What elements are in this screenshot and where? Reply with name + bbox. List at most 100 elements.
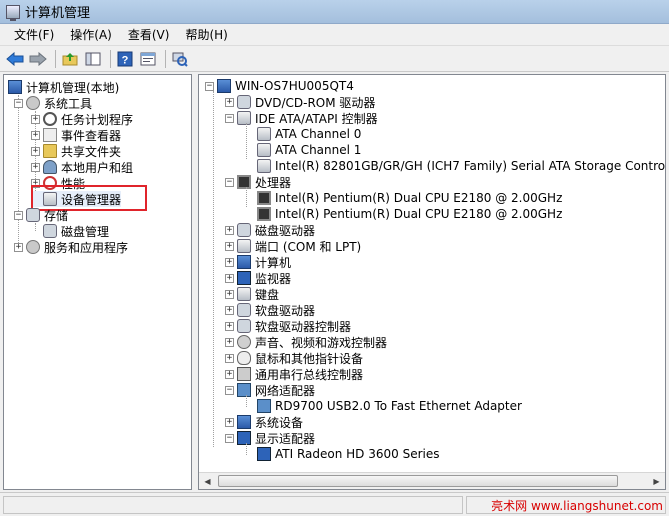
horizontal-scrollbar[interactable]: ◀ ▶	[199, 472, 665, 489]
menu-help[interactable]: 帮助(H)	[177, 26, 235, 43]
menu-action[interactable]: 操作(A)	[62, 26, 120, 43]
device-item[interactable]: Intel(R) Pentium(R) Dual CPU E2180 @ 2.0…	[245, 190, 562, 206]
expand-toggle[interactable]: +	[31, 162, 40, 172]
collapse-toggle[interactable]: −	[205, 81, 214, 91]
expand-toggle[interactable]: +	[31, 146, 40, 156]
device-category-computer[interactable]: + 计算机	[225, 254, 291, 270]
mouse-icon	[237, 351, 251, 365]
tree-label: 共享文件夹	[61, 144, 122, 159]
expand-toggle[interactable]: +	[225, 353, 234, 363]
tree-item-system-tools[interactable]: − 系统工具	[14, 95, 92, 111]
tree-item-event-viewer[interactable]: + 事件查看器	[31, 127, 121, 143]
scroll-left-icon[interactable]: ◀	[199, 473, 216, 489]
expand-toggle[interactable]: +	[225, 305, 234, 315]
help-icon[interactable]: ?	[115, 49, 135, 69]
tree-item-services-apps[interactable]: + 服务和应用程序	[14, 239, 128, 255]
watermark-text: 亮术网 www.liangshunet.com	[491, 499, 663, 513]
tree-item-shared-folders[interactable]: + 共享文件夹	[31, 143, 121, 159]
expand-toggle[interactable]: +	[225, 97, 234, 107]
navigation-tree[interactable]: 计算机管理(本地) − 系统工具 + 任务计划程序 + 事件查看器 + 共享文件…	[3, 74, 192, 490]
forward-arrow-icon[interactable]	[28, 49, 48, 69]
tree-label: 事件查看器	[61, 128, 122, 143]
tree-label: 系统工具	[44, 96, 93, 111]
tree-item-storage[interactable]: − 存储	[14, 207, 68, 223]
device-category-processors[interactable]: − 处理器	[225, 174, 291, 190]
device-category-dvd[interactable]: + DVD/CD-ROM 驱动器	[225, 94, 375, 110]
expand-toggle[interactable]: +	[225, 241, 234, 251]
computer-icon	[217, 79, 231, 93]
svg-text:?: ?	[122, 54, 129, 66]
scan-hardware-icon[interactable]	[170, 49, 190, 69]
device-category-sound[interactable]: + 声音、视频和游戏控制器	[225, 334, 387, 350]
device-category-disk-drives[interactable]: + 磁盘驱动器	[225, 222, 315, 238]
event-viewer-icon	[43, 128, 57, 142]
collapse-toggle[interactable]: −	[14, 210, 23, 220]
device-category-monitors[interactable]: + 监视器	[225, 270, 291, 286]
keyboard-icon	[237, 287, 251, 301]
computer-icon	[237, 255, 251, 269]
up-folder-icon[interactable]	[60, 49, 80, 69]
back-arrow-icon[interactable]	[5, 49, 25, 69]
collapse-toggle[interactable]: −	[225, 433, 234, 443]
collapse-toggle[interactable]: −	[225, 385, 234, 395]
expand-toggle[interactable]: +	[225, 337, 234, 347]
tree-label: 软盘驱动器控制器	[255, 319, 352, 334]
scroll-track[interactable]	[216, 473, 648, 489]
collapse-toggle[interactable]: −	[225, 177, 234, 187]
expand-toggle[interactable]: +	[225, 273, 234, 283]
expand-toggle[interactable]: +	[31, 130, 40, 140]
expand-toggle[interactable]: +	[225, 321, 234, 331]
expand-toggle[interactable]: +	[14, 242, 23, 252]
port-icon	[237, 239, 251, 253]
shared-folder-icon	[43, 144, 57, 158]
disk-drive-icon	[237, 223, 251, 237]
expand-toggle[interactable]: +	[31, 114, 40, 124]
collapse-toggle[interactable]: −	[14, 98, 23, 108]
device-item[interactable]: ATI Radeon HD 3600 Series	[245, 446, 439, 462]
device-item[interactable]: RD9700 USB2.0 To Fast Ethernet Adapter	[245, 398, 522, 414]
device-item[interactable]: ATA Channel 0	[245, 126, 361, 142]
device-category-usb[interactable]: + 通用串行总线控制器	[225, 366, 363, 382]
scroll-right-icon[interactable]: ▶	[648, 473, 665, 489]
tree-label: WIN-OS7HU005QT4	[235, 79, 354, 93]
tree-item-local-users[interactable]: + 本地用户和组	[31, 159, 133, 175]
expand-toggle[interactable]: +	[225, 225, 234, 235]
device-item[interactable]: Intel(R) 82801GB/GR/GH (ICH7 Family) Ser…	[245, 158, 665, 174]
status-segment	[3, 496, 463, 514]
device-category-floppy-controllers[interactable]: + 软盘驱动器控制器	[225, 318, 351, 334]
tree-label: 本地用户和组	[61, 160, 134, 175]
device-item[interactable]: ATA Channel 1	[245, 142, 361, 158]
menu-file[interactable]: 文件(F)	[6, 26, 62, 43]
expand-toggle[interactable]: +	[225, 257, 234, 267]
tree-label: 监视器	[255, 271, 292, 286]
tree-item-computer-management[interactable]: 计算机管理(本地)	[8, 79, 119, 95]
collapse-toggle[interactable]: −	[225, 113, 234, 123]
processor-icon	[237, 175, 251, 189]
device-category-ide[interactable]: − IDE ATA/ATAPI 控制器	[225, 110, 378, 126]
device-category-floppy-drives[interactable]: + 软盘驱动器	[225, 302, 315, 318]
expand-toggle[interactable]: +	[225, 289, 234, 299]
device-category-ports[interactable]: + 端口 (COM 和 LPT)	[225, 238, 361, 254]
device-category-network[interactable]: − 网络适配器	[225, 382, 315, 398]
device-tree[interactable]: − WIN-OS7HU005QT4 + DVD/CD-ROM 驱动器 − IDE…	[198, 74, 666, 490]
expand-toggle[interactable]: +	[225, 369, 234, 379]
properties-icon[interactable]	[138, 49, 158, 69]
device-category-mice[interactable]: + 鼠标和其他指针设备	[225, 350, 363, 366]
device-category-display[interactable]: − 显示适配器	[225, 430, 315, 446]
expand-toggle[interactable]: +	[225, 417, 234, 427]
scroll-thumb[interactable]	[218, 475, 618, 487]
device-tree-computer[interactable]: − WIN-OS7HU005QT4	[205, 78, 354, 94]
show-hide-tree-icon[interactable]	[83, 49, 103, 69]
menu-view[interactable]: 查看(V)	[120, 26, 178, 43]
tree-item-disk-management[interactable]: 磁盘管理	[31, 223, 109, 239]
device-category-system-devices[interactable]: + 系统设备	[225, 414, 303, 430]
tree-label: ATA Channel 1	[275, 143, 362, 157]
device-item[interactable]: Intel(R) Pentium(R) Dual CPU E2180 @ 2.0…	[245, 206, 562, 222]
device-category-keyboards[interactable]: + 键盘	[225, 286, 279, 302]
tree-item-task-scheduler[interactable]: + 任务计划程序	[31, 111, 133, 127]
